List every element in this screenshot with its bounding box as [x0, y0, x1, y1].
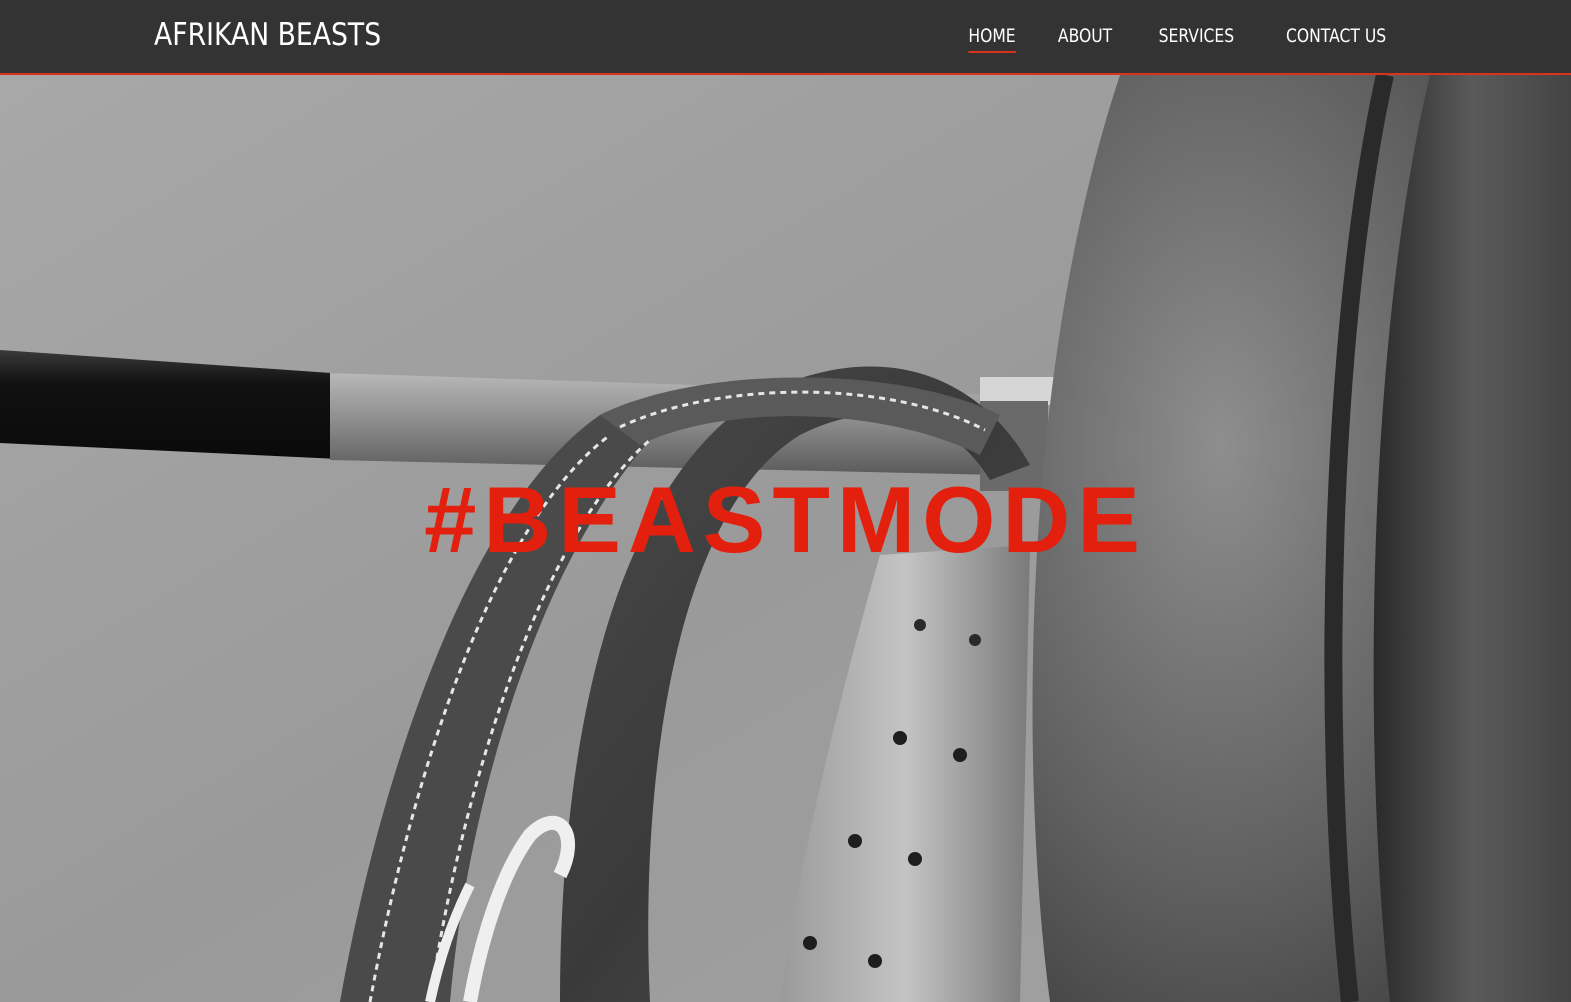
- brand-logo-text[interactable]: AFRIKAN BEASTS: [154, 17, 381, 53]
- hero-section: #BEASTMODE: [0, 75, 1571, 1002]
- nav-item-services[interactable]: SERVICES: [1158, 25, 1234, 53]
- navbar: AFRIKAN BEASTS HOME ABOUT SERVICES CONTA…: [0, 0, 1571, 75]
- hero-headline: #BEASTMODE: [424, 467, 1147, 572]
- main-nav: HOME ABOUT SERVICES CONTACT US: [958, 25, 1386, 53]
- nav-item-home[interactable]: HOME: [968, 25, 1016, 53]
- nav-item-about[interactable]: ABOUT: [1057, 25, 1111, 53]
- nav-item-contact-us[interactable]: CONTACT US: [1286, 25, 1386, 53]
